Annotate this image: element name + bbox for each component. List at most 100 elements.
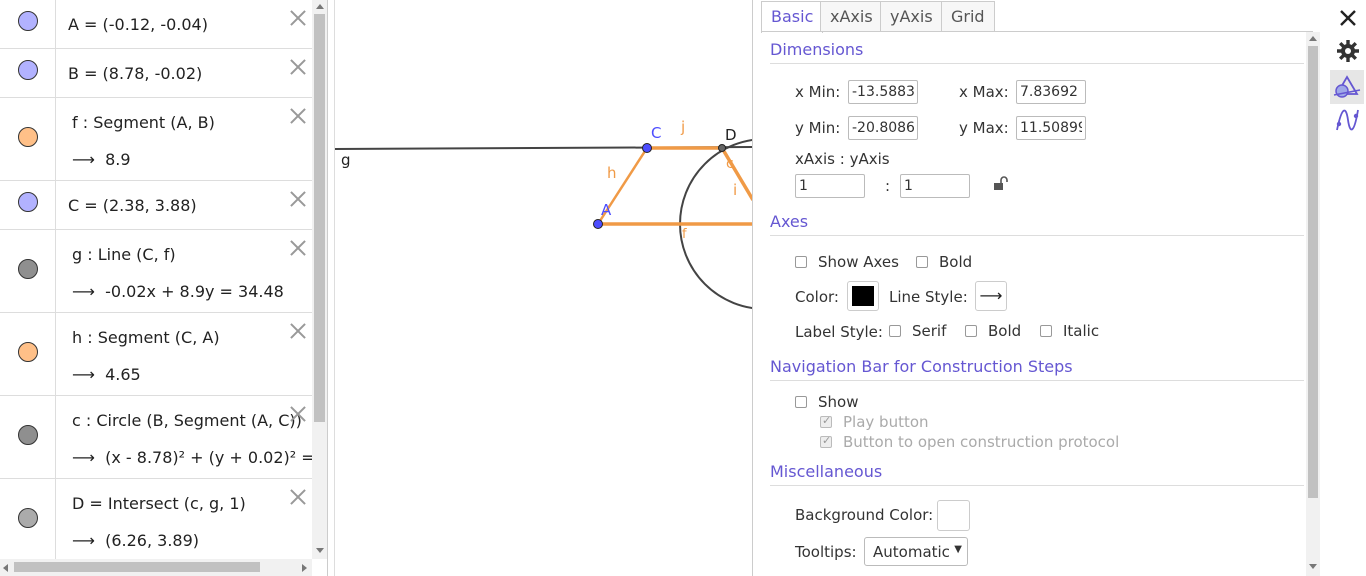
label-c: c	[726, 156, 734, 172]
point-color-icon[interactable]	[18, 508, 38, 528]
point-color-icon[interactable]	[18, 11, 38, 31]
tab-yaxis[interactable]: yAxis	[880, 1, 943, 31]
arrow-icon: ⟶	[72, 448, 95, 467]
algebra-definition[interactable]: B = (8.78, -0.02)	[68, 64, 202, 83]
algebra-definition[interactable]: h : Segment (C, A)	[72, 328, 220, 347]
segment-color-icon[interactable]	[18, 342, 38, 362]
point-color-icon[interactable]	[18, 60, 38, 80]
visibility-marble[interactable]	[0, 313, 56, 395]
delete-icon[interactable]	[289, 107, 307, 125]
algebra-vertical-scrollbar[interactable]	[312, 0, 327, 559]
algebra-item-f[interactable]: f : Segment (A, B) ⟶ 8.9	[0, 98, 312, 181]
tab-basic[interactable]: Basic	[761, 1, 824, 33]
ratio-x-input[interactable]	[795, 174, 865, 198]
scroll-up-icon[interactable]	[1309, 36, 1317, 41]
algebra-item-B[interactable]: B = (8.78, -0.02)	[0, 49, 312, 98]
segment-color-icon[interactable]	[18, 127, 38, 147]
visibility-marble[interactable]	[0, 49, 56, 97]
algebra-definition[interactable]: c : Circle (B, Segment (A, C))	[72, 411, 302, 430]
scroll-down-icon[interactable]	[1309, 564, 1317, 569]
scrollbar-thumb[interactable]	[314, 14, 325, 422]
algebra-item-g[interactable]: g : Line (C, f) ⟶ -0.02x + 8.9y = 34.48	[0, 230, 312, 313]
point-A[interactable]	[593, 219, 603, 229]
color-label: Color:	[795, 288, 839, 306]
label-A: A	[601, 201, 612, 219]
point-D[interactable]	[718, 144, 726, 152]
italic-checkbox[interactable]	[1040, 325, 1052, 337]
value-text: (x - 8.78)² + (y + 0.02)² = 21.6	[105, 448, 312, 467]
italic-label: Italic	[1063, 322, 1100, 340]
graphics-view[interactable]: g C D A h j c i f	[334, 0, 752, 576]
algebra-item-A[interactable]: A = (-0.12, -0.04)	[0, 0, 312, 49]
delete-icon[interactable]	[289, 239, 307, 257]
algebra-item-D[interactable]: D = Intersect (c, g, 1) ⟶ (6.26, 3.89)	[0, 479, 312, 559]
delete-icon[interactable]	[289, 58, 307, 76]
delete-icon[interactable]	[289, 405, 307, 423]
algebra-definition[interactable]: D = Intersect (c, g, 1)	[72, 494, 246, 513]
tooltips-select[interactable]: Automatic ▼	[864, 537, 968, 566]
ymax-input[interactable]	[1016, 116, 1086, 140]
scrollbar-thumb[interactable]	[14, 562, 260, 572]
tab-xaxis[interactable]: xAxis	[820, 1, 883, 31]
xmin-label: x Min:	[795, 83, 841, 101]
scroll-right-icon[interactable]	[302, 564, 307, 572]
scroll-left-icon[interactable]	[3, 564, 8, 572]
algebra-definition[interactable]: f : Segment (A, B)	[72, 113, 215, 132]
protocol-button-checkbox[interactable]	[820, 434, 832, 448]
graphics2-icon[interactable]	[1330, 104, 1364, 136]
unlock-icon[interactable]	[993, 176, 1009, 192]
visibility-marble[interactable]	[0, 230, 56, 312]
visibility-marble[interactable]	[0, 0, 56, 48]
visibility-marble[interactable]	[0, 98, 56, 180]
graphics-settings-tab[interactable]	[1330, 70, 1364, 104]
line-style-button[interactable]: ⟶	[975, 281, 1007, 311]
visibility-marble[interactable]	[0, 181, 56, 229]
algebra-definition[interactable]: A = (-0.12, -0.04)	[68, 15, 208, 34]
delete-icon[interactable]	[289, 9, 307, 27]
algebra-item-C[interactable]: C = (2.38, 3.88)	[0, 181, 312, 230]
close-icon[interactable]	[1330, 2, 1364, 34]
serif-checkbox[interactable]	[889, 325, 901, 337]
show-axes-checkbox[interactable]	[795, 256, 807, 268]
circle-color-icon[interactable]	[18, 425, 38, 445]
visibility-marble[interactable]	[0, 396, 56, 478]
axes-color-button[interactable]	[847, 281, 879, 311]
algebra-value: ⟶ -0.02x + 8.9y = 34.48	[72, 282, 284, 301]
ymin-input[interactable]	[848, 116, 918, 140]
delete-icon[interactable]	[289, 488, 307, 506]
bold-axes-label: Bold	[939, 253, 973, 271]
xmin-input[interactable]	[848, 80, 918, 104]
scroll-up-icon[interactable]	[316, 4, 324, 9]
background-color-button[interactable]	[937, 500, 970, 531]
algebra-item-c[interactable]: c : Circle (B, Segment (A, C)) ⟶ (x - 8.…	[0, 396, 312, 479]
tab-grid[interactable]: Grid	[941, 1, 995, 31]
visibility-marble[interactable]	[0, 479, 56, 559]
scroll-down-icon[interactable]	[316, 548, 324, 553]
show-navbar-checkbox[interactable]	[795, 396, 807, 408]
scrollbar-thumb[interactable]	[1308, 46, 1318, 498]
gear-icon[interactable]	[1330, 35, 1364, 67]
arrow-icon: ⟶	[72, 150, 95, 169]
value-text: 8.9	[105, 150, 131, 169]
ratio-y-input[interactable]	[900, 174, 970, 198]
algebra-definition[interactable]: g : Line (C, f)	[72, 245, 176, 264]
algebra-item-h[interactable]: h : Segment (C, A) ⟶ 4.65	[0, 313, 312, 396]
line-color-icon[interactable]	[18, 259, 38, 279]
graphics-canvas[interactable]: g C D A h j c i f	[335, 0, 752, 576]
play-button-checkbox[interactable]	[820, 414, 832, 428]
section-axes: Axes	[770, 212, 809, 231]
xmax-input[interactable]	[1016, 80, 1086, 104]
label-g: g	[341, 151, 351, 169]
bold-label-checkbox[interactable]	[965, 325, 977, 337]
properties-vertical-scrollbar[interactable]	[1306, 32, 1320, 576]
delete-icon[interactable]	[289, 322, 307, 340]
tooltips-selected: Automatic	[873, 543, 950, 561]
axis-ratio-label: xAxis : yAxis	[795, 150, 890, 168]
bold-axes-checkbox[interactable]	[916, 256, 928, 268]
algebra-horizontal-scrollbar[interactable]	[0, 559, 312, 576]
delete-icon[interactable]	[289, 190, 307, 208]
point-color-icon[interactable]	[18, 192, 38, 212]
point-C[interactable]	[642, 143, 652, 153]
algebra-value: ⟶ 8.9	[72, 150, 131, 169]
algebra-definition[interactable]: C = (2.38, 3.88)	[68, 196, 197, 215]
